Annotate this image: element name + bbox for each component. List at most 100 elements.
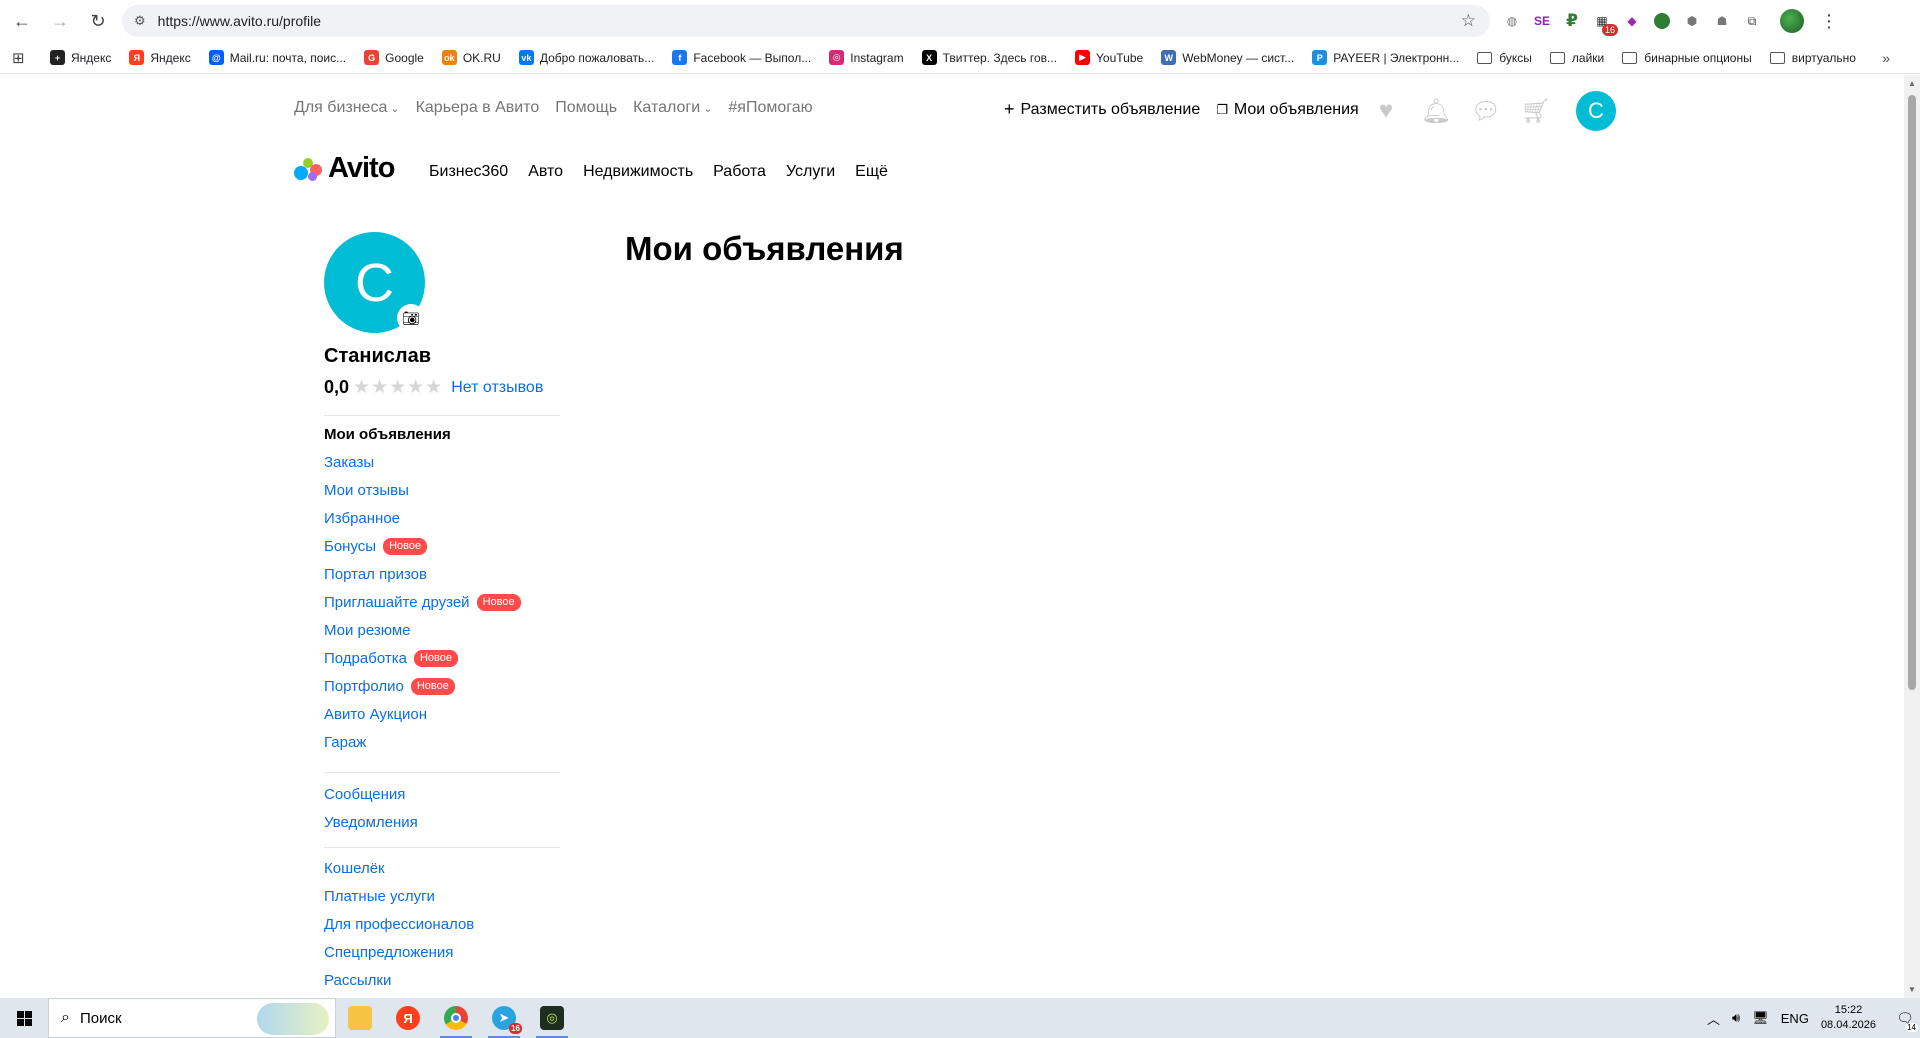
favorites-heart-icon[interactable]: ♥ [1372, 97, 1400, 125]
profile-menu-item[interactable]: Портал призов [324, 560, 521, 588]
gem-extension-icon[interactable]: ◆ [1620, 9, 1644, 33]
post-ad-link[interactable]: Разместить объявление [1021, 101, 1201, 119]
bookmark-item[interactable]: ok OK.RU [441, 50, 501, 65]
profile-menu-item[interactable]: Уведомления [324, 808, 418, 836]
profile-menu-item[interactable]: Рассылки [324, 966, 474, 994]
profile-menu-item[interactable]: Авито Аукцион [324, 700, 521, 728]
profile-menu-item[interactable]: Кошелёк [324, 854, 474, 882]
profile-menu-item[interactable]: Спецпредложения [324, 938, 474, 966]
scrollbar-thumb[interactable] [1908, 95, 1916, 690]
robot-extension-icon[interactable]: ☗ [1710, 9, 1734, 33]
search-highlight-image [257, 1003, 329, 1035]
browser-menu-icon[interactable]: ⋮ [1820, 11, 1838, 32]
clock[interactable]: 15:22 08.04.2026 [1821, 1003, 1876, 1033]
main-nav-item[interactable]: Услуги [786, 163, 835, 181]
profile-menu-item[interactable]: Гараж [324, 728, 521, 756]
address-bar[interactable]: ⚙ https://www.avito.ru/profile ☆ [122, 5, 1490, 37]
bookmark-folder[interactable]: бинарные опционы [1622, 51, 1752, 65]
main-nav-item[interactable]: Ещё [855, 163, 888, 181]
yandex-browser-app[interactable]: Я [384, 998, 432, 1038]
profile-menu-item[interactable]: Избранное [324, 504, 521, 532]
profile-menu-item[interactable]: Портфолио Новое [324, 672, 521, 700]
profile-menu-item[interactable]: Заказы [324, 448, 521, 476]
network-icon[interactable]: 🖥︎ [1752, 1010, 1769, 1026]
profile-menu-item[interactable]: Мои резюме [324, 616, 521, 644]
reload-button[interactable]: ↻ [82, 5, 114, 37]
profile-menu-item[interactable]: Сообщения [324, 780, 418, 808]
messages-chat-icon[interactable]: 💬︎ [1471, 97, 1501, 125]
more-bookmarks-icon[interactable]: » [1882, 50, 1890, 66]
bookmark-item[interactable]: vk Добро пожаловать... [518, 50, 654, 65]
top-link[interactable]: Помощь [555, 99, 617, 117]
bookmark-item[interactable]: G Google [364, 50, 424, 65]
camera-icon[interactable]: 📷︎ [397, 304, 425, 332]
notifications-bell-icon[interactable]: 🔔︎ [1421, 97, 1451, 125]
se-extension-icon[interactable]: SE [1530, 9, 1554, 33]
cart-icon[interactable]: 🛒︎ [1521, 97, 1551, 125]
browser-profile-avatar[interactable] [1780, 9, 1804, 33]
bookmark-item[interactable]: ◎ Instagram [829, 50, 904, 65]
top-link[interactable]: Карьера в Авито [416, 99, 540, 117]
start-button[interactable] [0, 998, 48, 1038]
avito-logo[interactable]: Avito [294, 152, 395, 185]
ruble-extension-icon[interactable]: ₽ [1560, 9, 1584, 33]
profile-menu-item[interactable]: Платные услуги [324, 882, 474, 910]
bookmark-item[interactable]: ▶ YouTube [1075, 50, 1143, 65]
clock-date: 08.04.2026 [1820, 1019, 1876, 1031]
scroll-down-icon[interactable]: ▼ [1908, 985, 1916, 994]
profile-menu-item[interactable]: Мои объявления [324, 420, 521, 448]
bookmark-item[interactable]: P PAYEER | Электронн... [1312, 50, 1459, 65]
bookmark-item[interactable]: @ Mail.ru: почта, поис... [208, 50, 346, 65]
bookmark-item[interactable]: Я Яндекс [129, 50, 191, 65]
bookmark-item[interactable]: + Яндекс [50, 50, 111, 65]
menu-item-label: Гараж [324, 733, 367, 751]
youtube-icon: ▶ [1075, 50, 1091, 65]
bookmark-item[interactable]: X Твиттер. Здесь гов... [921, 50, 1057, 65]
profile-menu-item[interactable]: Бонусы Новое [324, 532, 521, 560]
bookmark-item[interactable]: W WebMoney — сист... [1161, 50, 1294, 65]
site-settings-icon[interactable]: ⚙ [134, 13, 146, 29]
apps-grid-icon[interactable]: ⊞ [12, 49, 32, 67]
tray-chevron-icon[interactable]: ︿ [1707, 1009, 1720, 1028]
top-link[interactable]: Каталоги ⌄ [633, 99, 712, 117]
main-nav-item[interactable]: Работа [713, 163, 766, 181]
profile-menu-item[interactable]: Мои отзывы [324, 476, 521, 504]
menu-item-label: Подработка [324, 649, 407, 667]
forward-button[interactable]: → [44, 5, 76, 37]
profile-menu-item[interactable]: Для профессионалов [324, 910, 474, 938]
top-links: Для бизнеса ⌄ Карьера в Авито Помощь Каталог… [294, 99, 813, 117]
file-explorer-app[interactable] [336, 998, 384, 1038]
taskbar-search[interactable]: ⌕ Поиск [48, 998, 336, 1038]
puzzle-extensions-icon[interactable]: ⧉ [1740, 9, 1764, 33]
language-indicator[interactable]: ENG [1781, 1011, 1809, 1026]
profile-menu-item[interactable]: Приглашайте друзей Новое [324, 588, 521, 616]
bookmark-folder[interactable]: буксы [1477, 51, 1532, 65]
reviews-link[interactable]: Нет отзывов [451, 379, 543, 397]
page-scrollbar[interactable]: ▲ ▼ [1904, 75, 1920, 998]
top-link-label: Каталоги [633, 99, 701, 116]
profile-menu-item[interactable]: Подработка Новое [324, 644, 521, 672]
terminal-app[interactable]: ◎ [528, 998, 576, 1038]
notification-center-icon[interactable]: 🗨︎ 14 [1890, 998, 1920, 1038]
back-button[interactable]: ← [6, 5, 38, 37]
main-nav-item[interactable]: Недвижимость [583, 163, 693, 181]
header-avatar[interactable]: С [1576, 91, 1616, 131]
top-link[interactable]: #яПомогаю [728, 99, 812, 117]
bookmark-folder[interactable]: виртуально [1769, 51, 1856, 65]
url-text[interactable]: https://www.avito.ru/profile [158, 13, 321, 29]
bookmark-item[interactable]: f Facebook — Выпол... [672, 50, 811, 65]
calendar-extension-icon[interactable]: ▦ 16 [1590, 9, 1618, 36]
volume-icon[interactable]: 🔊︎ [1732, 1010, 1740, 1026]
my-ads-link[interactable]: Мои объявления [1234, 101, 1359, 119]
telegram-app[interactable]: ➤ 16 [480, 998, 528, 1038]
main-nav-item[interactable]: Авто [528, 163, 563, 181]
scroll-up-icon[interactable]: ▲ [1908, 79, 1916, 88]
chrome-app[interactable] [432, 998, 480, 1038]
top-link[interactable]: Для бизнеса ⌄ [294, 99, 400, 117]
cube-extension-icon[interactable]: ⬢ [1680, 9, 1704, 33]
bookmark-star-icon[interactable]: ☆ [1461, 11, 1476, 31]
main-nav-item[interactable]: Бизнес360 [429, 163, 508, 181]
globe-extension-icon[interactable]: ◍ [1500, 9, 1524, 33]
bookmark-folder[interactable]: лайки [1549, 51, 1604, 65]
green-circle-extension-icon[interactable] [1650, 9, 1674, 33]
